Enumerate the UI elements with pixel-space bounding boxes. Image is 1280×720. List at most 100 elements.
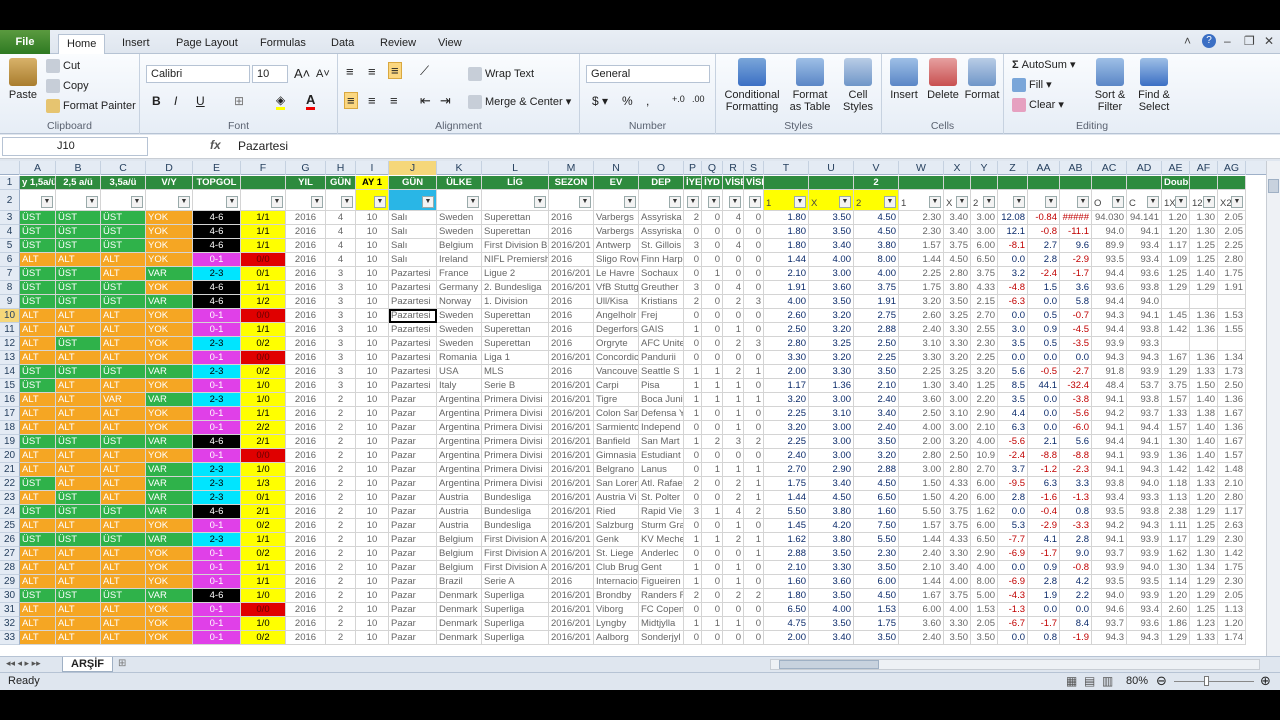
cell[interactable]: VAR <box>146 589 193 603</box>
cell[interactable]: Argentina <box>437 421 482 435</box>
cell[interactable]: ÜST <box>56 281 101 295</box>
cell[interactable]: Ull/Kisa <box>594 295 639 309</box>
cell[interactable]: 2.60 <box>899 309 944 323</box>
cell[interactable]: 0 <box>684 351 702 365</box>
cell[interactable]: 4-6 <box>193 239 241 253</box>
cell[interactable]: 0 <box>744 421 764 435</box>
cell[interactable]: 2 <box>326 589 356 603</box>
cell[interactable]: 1.25 <box>1190 603 1218 617</box>
cell[interactable]: Pazar <box>389 407 437 421</box>
cell[interactable]: Sweden <box>437 211 482 225</box>
page-break-view-icon[interactable]: ▥ <box>1102 674 1113 688</box>
cell[interactable]: 1.34 <box>1218 351 1246 365</box>
cell[interactable]: 3 <box>684 505 702 519</box>
cell[interactable]: 3.50 <box>854 561 899 575</box>
cell[interactable]: 0/0 <box>241 603 286 617</box>
cell[interactable]: ALT <box>101 449 146 463</box>
cell[interactable]: 3.80 <box>809 505 854 519</box>
cell[interactable]: 2 <box>326 617 356 631</box>
font-color-icon[interactable]: A <box>306 92 316 110</box>
restore-icon[interactable]: ❐ <box>1244 34 1255 48</box>
cell[interactable]: 1 <box>723 407 744 421</box>
cell[interactable]: 1 <box>723 393 744 407</box>
cell[interactable]: 1.30 <box>899 379 944 393</box>
cell[interactable]: 4 <box>723 281 744 295</box>
cell[interactable]: 1.29 <box>1162 281 1190 295</box>
cell[interactable]: 2 <box>723 589 744 603</box>
cell[interactable]: 2016 <box>286 631 326 645</box>
cell[interactable]: ALT <box>101 253 146 267</box>
cell[interactable]: 3.80 <box>944 281 971 295</box>
cell[interactable]: ALT <box>56 617 101 631</box>
cell[interactable]: 0-1 <box>193 631 241 645</box>
cell[interactable]: Colon San <box>594 407 639 421</box>
cell[interactable]: 1.34 <box>1190 561 1218 575</box>
cell[interactable]: 0/2 <box>241 365 286 379</box>
cell[interactable]: 0-1 <box>193 603 241 617</box>
cell[interactable]: 1.44 <box>764 253 809 267</box>
cell[interactable]: 0 <box>723 309 744 323</box>
cell[interactable]: 94.3 <box>1127 351 1162 365</box>
new-sheet-icon[interactable]: ⊞ <box>118 658 126 669</box>
cell[interactable]: 10 <box>356 365 389 379</box>
cell[interactable]: 2016/201 <box>549 519 594 533</box>
cell[interactable]: Salı <box>389 239 437 253</box>
cell[interactable]: 2 <box>684 295 702 309</box>
cell[interactable]: 1.33 <box>1162 407 1190 421</box>
cell[interactable]: ÜST <box>101 533 146 547</box>
cell[interactable]: 4 <box>723 505 744 519</box>
cell[interactable] <box>1162 295 1190 309</box>
filter-dropdown-icon[interactable]: ▼ <box>884 196 896 208</box>
cell[interactable]: 1/0 <box>241 393 286 407</box>
cell[interactable]: Pazar <box>389 589 437 603</box>
cell[interactable]: First Division A <box>482 547 549 561</box>
cell[interactable]: ALT <box>101 463 146 477</box>
cell[interactable]: 2.05 <box>971 617 998 631</box>
cell[interactable]: Lyngby <box>594 617 639 631</box>
cell[interactable]: 2.10 <box>971 421 998 435</box>
cell[interactable]: 1.5 <box>1028 281 1060 295</box>
cell[interactable]: VAR <box>146 365 193 379</box>
cell[interactable]: 3.00 <box>944 421 971 435</box>
cell[interactable]: Belgium <box>437 239 482 253</box>
cell[interactable]: Serie A <box>482 575 549 589</box>
cell[interactable]: ALT <box>101 547 146 561</box>
orientation-icon[interactable]: ⟋ <box>420 63 429 79</box>
cell[interactable]: 0 <box>744 617 764 631</box>
cell[interactable]: Liga 1 <box>482 351 549 365</box>
cell[interactable]: Superettan <box>482 225 549 239</box>
cell[interactable]: 3.5 <box>998 337 1028 351</box>
decrease-decimal-icon[interactable]: .00 <box>692 94 705 104</box>
cell-styles-button[interactable]: Cell Styles <box>836 58 880 113</box>
cell[interactable]: VAR <box>146 267 193 281</box>
cell[interactable]: 0 <box>723 253 744 267</box>
cell[interactable] <box>1218 337 1246 351</box>
cell[interactable]: ALT <box>101 379 146 393</box>
cell[interactable]: 4.1 <box>1028 533 1060 547</box>
cell[interactable]: 4.00 <box>809 253 854 267</box>
cell[interactable]: 48.4 <box>1092 379 1127 393</box>
cell[interactable]: 1.57 <box>899 519 944 533</box>
cell[interactable]: 2.55 <box>971 323 998 337</box>
select-all-corner[interactable] <box>0 161 20 175</box>
cell[interactable]: 0 <box>684 309 702 323</box>
cell[interactable]: Degerfors <box>594 323 639 337</box>
cell[interactable]: 0 <box>702 561 723 575</box>
cell[interactable]: 0 <box>744 211 764 225</box>
filter-dropdown-icon[interactable]: ▼ <box>271 196 283 208</box>
delete-cells-button[interactable]: Delete <box>924 58 962 101</box>
cell[interactable]: 10 <box>356 617 389 631</box>
cell[interactable]: 0 <box>702 589 723 603</box>
cell[interactable]: 2/1 <box>241 435 286 449</box>
cell[interactable]: 3 <box>326 351 356 365</box>
cell[interactable]: 2 <box>326 393 356 407</box>
cell[interactable]: Belgrano <box>594 463 639 477</box>
cell[interactable]: -2.9 <box>1028 519 1060 533</box>
cell[interactable]: 0 <box>702 337 723 351</box>
cell[interactable]: 2.05 <box>1218 211 1246 225</box>
cell[interactable]: 94.0 <box>1127 561 1162 575</box>
row-header[interactable]: 7 <box>0 267 20 281</box>
cell[interactable]: 2016/201 <box>549 533 594 547</box>
cell[interactable]: YOK <box>146 519 193 533</box>
shrink-font-icon[interactable]: A˅ <box>316 68 330 80</box>
